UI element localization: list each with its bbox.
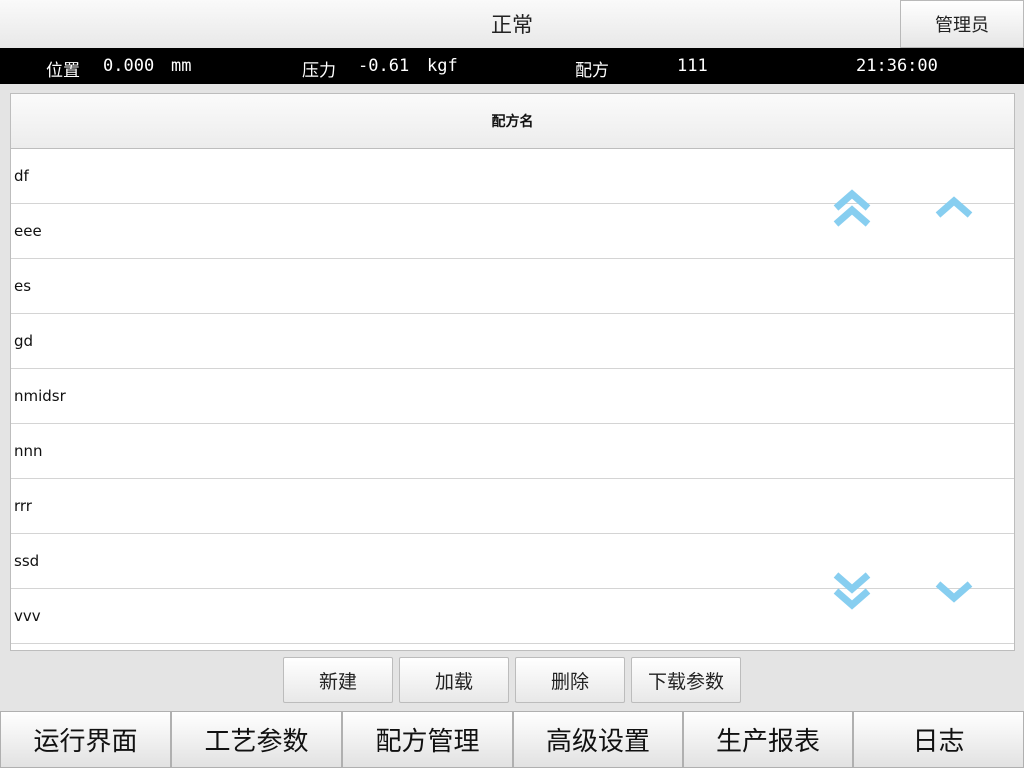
line-down-button[interactable] [929, 566, 979, 616]
recipe-value: 111 [677, 56, 708, 76]
position-label: 位置 [46, 61, 80, 81]
table-row[interactable]: es [11, 259, 1014, 314]
recipe-name-cell: rrr [14, 497, 32, 515]
pressure-unit: kgf [427, 56, 458, 76]
machine-state-title: 正常 [491, 13, 533, 37]
column-header-recipe-name: 配方名 [11, 94, 1014, 149]
recipe-name-cell: gd [14, 332, 34, 350]
clock: 21:36:00 [856, 56, 938, 76]
page-down-button[interactable] [827, 566, 877, 616]
delete-recipe-button[interactable]: 删除 [515, 657, 625, 703]
download-params-button[interactable]: 下载参数 [631, 657, 741, 703]
position-value: 0.000 [103, 56, 155, 76]
chevron-up-icon [935, 196, 973, 218]
load-recipe-button[interactable]: 加载 [399, 657, 509, 703]
recipe-name-cell: eee [14, 222, 42, 240]
position-unit: mm [171, 56, 192, 76]
new-recipe-button[interactable]: 新建 [283, 657, 393, 703]
pressure-value: -0.61 [358, 56, 410, 76]
recipe-name-cell: nnn [14, 442, 43, 460]
pressure-label: 压力 [302, 61, 336, 81]
nav-log[interactable]: 日志 [853, 711, 1024, 768]
double-chevron-down-icon [833, 572, 871, 610]
recipe-name-cell: df [14, 167, 29, 185]
table-row[interactable]: nmidsr [11, 369, 1014, 424]
recipe-name-cell: vvv [14, 607, 41, 625]
recipe-name-cell: ssd [14, 552, 40, 570]
recipe-name-cell: nmidsr [14, 387, 66, 405]
title-bar: 正常 [0, 0, 1024, 48]
nav-run-screen[interactable]: 运行界面 [0, 711, 171, 768]
recipe-label: 配方 [575, 61, 609, 81]
user-role-button[interactable]: 管理员 [900, 0, 1024, 48]
page-up-button[interactable] [827, 183, 877, 233]
nav-production-report[interactable]: 生产报表 [683, 711, 853, 768]
chevron-down-icon [935, 581, 973, 603]
nav-process-params[interactable]: 工艺参数 [171, 711, 342, 768]
table-row[interactable]: rrr [11, 479, 1014, 534]
recipe-name-cell: es [14, 277, 32, 295]
nav-advanced-settings[interactable]: 高级设置 [513, 711, 683, 768]
double-chevron-up-icon [833, 189, 871, 227]
table-row[interactable]: nnn [11, 424, 1014, 479]
nav-recipe-management[interactable]: 配方管理 [342, 711, 513, 768]
table-row[interactable]: gd [11, 314, 1014, 369]
status-bar: 位置 0.000 mm 压力 -0.61 kgf 配方 111 21:36:00 [0, 48, 1024, 84]
line-up-button[interactable] [929, 183, 979, 233]
